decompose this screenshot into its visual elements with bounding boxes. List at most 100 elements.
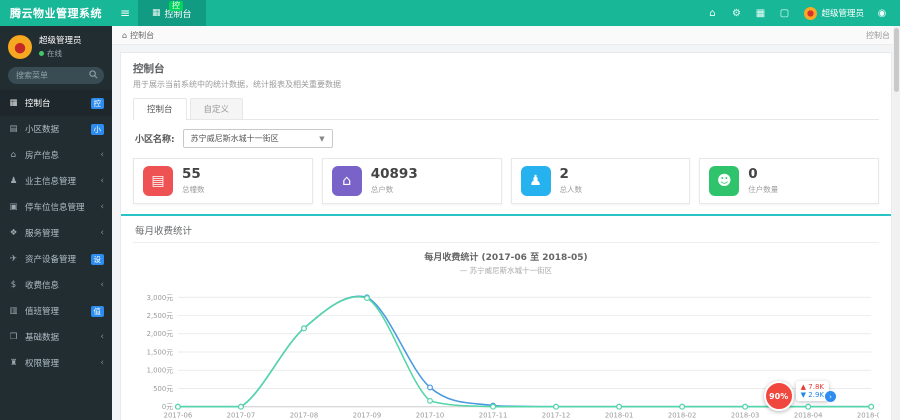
stat-label: 总幢数 bbox=[182, 184, 205, 194]
sidebar-item-duty-mgmt[interactable]: ▥ 值班管理 值 bbox=[0, 298, 112, 324]
chevron-left-icon: ‹ bbox=[100, 332, 104, 342]
calendar-icon: ▥ bbox=[9, 306, 18, 316]
page-title: 控制台 bbox=[133, 63, 165, 75]
sidebar-item-owner-info[interactable]: ♟ 业主信息管理 ‹ bbox=[0, 168, 112, 194]
svg-text:2018-04: 2018-04 bbox=[794, 411, 823, 419]
scrollbar-thumb[interactable] bbox=[894, 28, 899, 92]
user-icon: ☻ bbox=[709, 166, 740, 196]
svg-text:2018-03: 2018-03 bbox=[731, 411, 760, 419]
chart-title: 每月收费统计 (2017-06 至 2018-05) bbox=[424, 253, 588, 263]
sidebar-user-panel: 超级管理员 在线 bbox=[0, 26, 112, 65]
community-name-label: 小区名称: bbox=[135, 135, 175, 145]
person-icon: ♟ bbox=[520, 166, 551, 196]
stat-value: 55 bbox=[182, 166, 201, 183]
monitor-percent-badge[interactable]: 90% bbox=[763, 381, 794, 411]
chevron-down-icon: ▼ bbox=[319, 134, 325, 143]
top-navbar: 腾云物业管理系统 ≡ ▦ 控制台 ⌂ ⚙ ▦ ▢ 超级管理员 ◉ bbox=[0, 0, 900, 26]
chevron-left-icon: ‹ bbox=[100, 358, 104, 368]
stat-cards: ▤ 55 总幢数 ⌂ 40893 总户数 ♟ 2 总人数 ☻ 0 住户数量 bbox=[133, 158, 879, 204]
monitor-collapse-button[interactable]: › bbox=[825, 391, 836, 402]
chevron-left-icon: ‹ bbox=[100, 176, 104, 186]
chart-subtitle: — 苏宁威尼斯水城十一街区 bbox=[459, 266, 553, 275]
home-icon: ⌂ bbox=[331, 166, 362, 196]
sidebar-item-parking-info[interactable]: ▣ 停车位信息管理 ‹ bbox=[0, 194, 112, 220]
stat-label: 总人数 bbox=[559, 184, 583, 194]
svg-text:2017-10: 2017-10 bbox=[416, 411, 445, 419]
grid-icon[interactable]: ▦ bbox=[748, 8, 772, 19]
dollar-icon: $ bbox=[10, 280, 17, 290]
sidebar-item-console[interactable]: ▦ 控制台 控 bbox=[0, 90, 112, 116]
app-title: 腾云物业管理系统 bbox=[0, 0, 112, 26]
chart-section-header: 每月收费统计 bbox=[133, 223, 879, 243]
community-select[interactable]: 苏宁威尼斯水城十一街区 ▼ bbox=[182, 129, 333, 148]
sidebar-user-name: 超级管理员 bbox=[39, 36, 82, 46]
sidebar-item-property-info[interactable]: ⌂ 房产信息 ‹ bbox=[0, 142, 112, 168]
svg-text:2018-01: 2018-01 bbox=[605, 411, 634, 419]
stat-value: 40893 bbox=[370, 166, 418, 183]
house-icon: ⌂ bbox=[10, 150, 17, 160]
chevron-left-icon: ‹ bbox=[100, 202, 104, 212]
sidebar-item-permission-mgmt[interactable]: ♜ 权限管理 ‹ bbox=[0, 350, 112, 376]
hamburger-icon[interactable]: ≡ bbox=[112, 0, 138, 26]
stat-card: ☻ 0 住户数量 bbox=[699, 158, 879, 204]
sidebar-menu: ▦ 控制台 控 ▤ 小区数据 小 ⌂ 房产信息 ‹ ♟ 业主信息管理 ‹ ▣ 停… bbox=[0, 90, 112, 376]
lock-icon: ♜ bbox=[9, 358, 18, 368]
person-icon: ♟ bbox=[9, 176, 18, 186]
menu-badge: 控 bbox=[90, 97, 104, 109]
sidebar-item-base-data[interactable]: ❒ 基础数据 ‹ bbox=[0, 324, 112, 350]
monitor-popup: ▲ 7.8K ▼ 2.9K bbox=[795, 381, 829, 401]
down-arrow-icon: ▼ bbox=[800, 391, 807, 399]
svg-text:2017-09: 2017-09 bbox=[353, 411, 382, 419]
user-avatar bbox=[8, 34, 32, 59]
dashboard-icon: ▦ bbox=[9, 98, 18, 108]
svg-text:2018-02: 2018-02 bbox=[668, 411, 697, 419]
dashboard-icon: ▦ bbox=[152, 8, 161, 18]
home-icon[interactable]: ⌂ bbox=[700, 8, 724, 19]
performance-monitor[interactable]: 90% ▲ 7.8K ▼ 2.9K › bbox=[763, 381, 836, 411]
page-subtitle: 用于展示当前系统中的统计数据，统计报表及相关重要数据 bbox=[133, 80, 341, 89]
stat-card: ♟ 2 总人数 bbox=[510, 158, 691, 204]
gear-icon[interactable]: ⚙ bbox=[724, 8, 748, 19]
tab-custom[interactable]: 自定义 bbox=[189, 98, 244, 119]
svg-text:2018-05: 2018-05 bbox=[857, 411, 879, 419]
svg-text:2017-11: 2017-11 bbox=[479, 411, 508, 419]
stat-label: 住户数量 bbox=[748, 184, 779, 194]
menu-badge: 值 bbox=[90, 305, 104, 317]
stat-card: ⌂ 40893 总户数 bbox=[321, 158, 502, 204]
list-icon: ▤ bbox=[9, 124, 18, 134]
svg-text:1,500元: 1,500元 bbox=[147, 348, 174, 356]
breadcrumb: ⌂ 控制台 控制台 bbox=[112, 26, 900, 45]
user-status: 在线 bbox=[39, 48, 82, 59]
sidebar-item-community-data[interactable]: ▤ 小区数据 小 bbox=[0, 116, 112, 142]
sidebar-item-service-mgmt[interactable]: ❖ 服务管理 ‹ bbox=[0, 220, 112, 246]
breadcrumb-current[interactable]: 控制台 bbox=[130, 30, 154, 41]
sidebar-item-fee-info[interactable]: $ 收费信息 ‹ bbox=[0, 272, 112, 298]
home-icon: ⌂ bbox=[122, 30, 128, 40]
menu-badge: 设 bbox=[90, 253, 104, 265]
card-icon: ▣ bbox=[9, 202, 18, 212]
search-icon bbox=[89, 70, 98, 82]
svg-text:2017-12: 2017-12 bbox=[542, 411, 571, 419]
svg-text:0元: 0元 bbox=[162, 403, 173, 411]
power-icon[interactable]: ◉ bbox=[870, 8, 894, 19]
menu-badge: 小 bbox=[90, 123, 104, 135]
svg-text:2017-07: 2017-07 bbox=[227, 411, 256, 419]
chevron-left-icon: ‹ bbox=[100, 280, 104, 290]
main-area: ⌂ 控制台 控制台 控制台 用于展示当前系统中的统计数据，统计报表及相关重要数据… bbox=[112, 26, 900, 420]
fullscreen-icon[interactable]: ▢ bbox=[772, 8, 796, 19]
tab-hotkey-badge: 控 bbox=[169, 1, 183, 11]
avatar[interactable] bbox=[804, 6, 818, 20]
scrollbar[interactable] bbox=[893, 26, 900, 420]
plane-icon: ✈ bbox=[9, 254, 18, 264]
console-panel: 控制台 用于展示当前系统中的统计数据，统计报表及相关重要数据 控制台 自定义 小区… bbox=[120, 52, 892, 420]
building-icon: ▤ bbox=[143, 166, 173, 196]
sidebar-item-asset-device-mgmt[interactable]: ✈ 资产设备管理 设 bbox=[0, 246, 112, 272]
data-icon: ❒ bbox=[9, 332, 18, 342]
navbar-user-name[interactable]: 超级管理员 bbox=[821, 7, 864, 19]
breadcrumb-right: 控制台 bbox=[866, 30, 890, 40]
tab-console[interactable]: 控制台 bbox=[133, 98, 187, 120]
stat-value: 0 bbox=[748, 166, 758, 183]
up-arrow-icon: ▲ bbox=[800, 383, 807, 391]
chevron-left-icon: ‹ bbox=[100, 150, 104, 160]
sidebar: 超级管理员 在线 ▦ 控制台 控 ▤ 小区数据 小 ⌂ 房产信息 ‹ ♟ 业主信… bbox=[0, 26, 112, 420]
